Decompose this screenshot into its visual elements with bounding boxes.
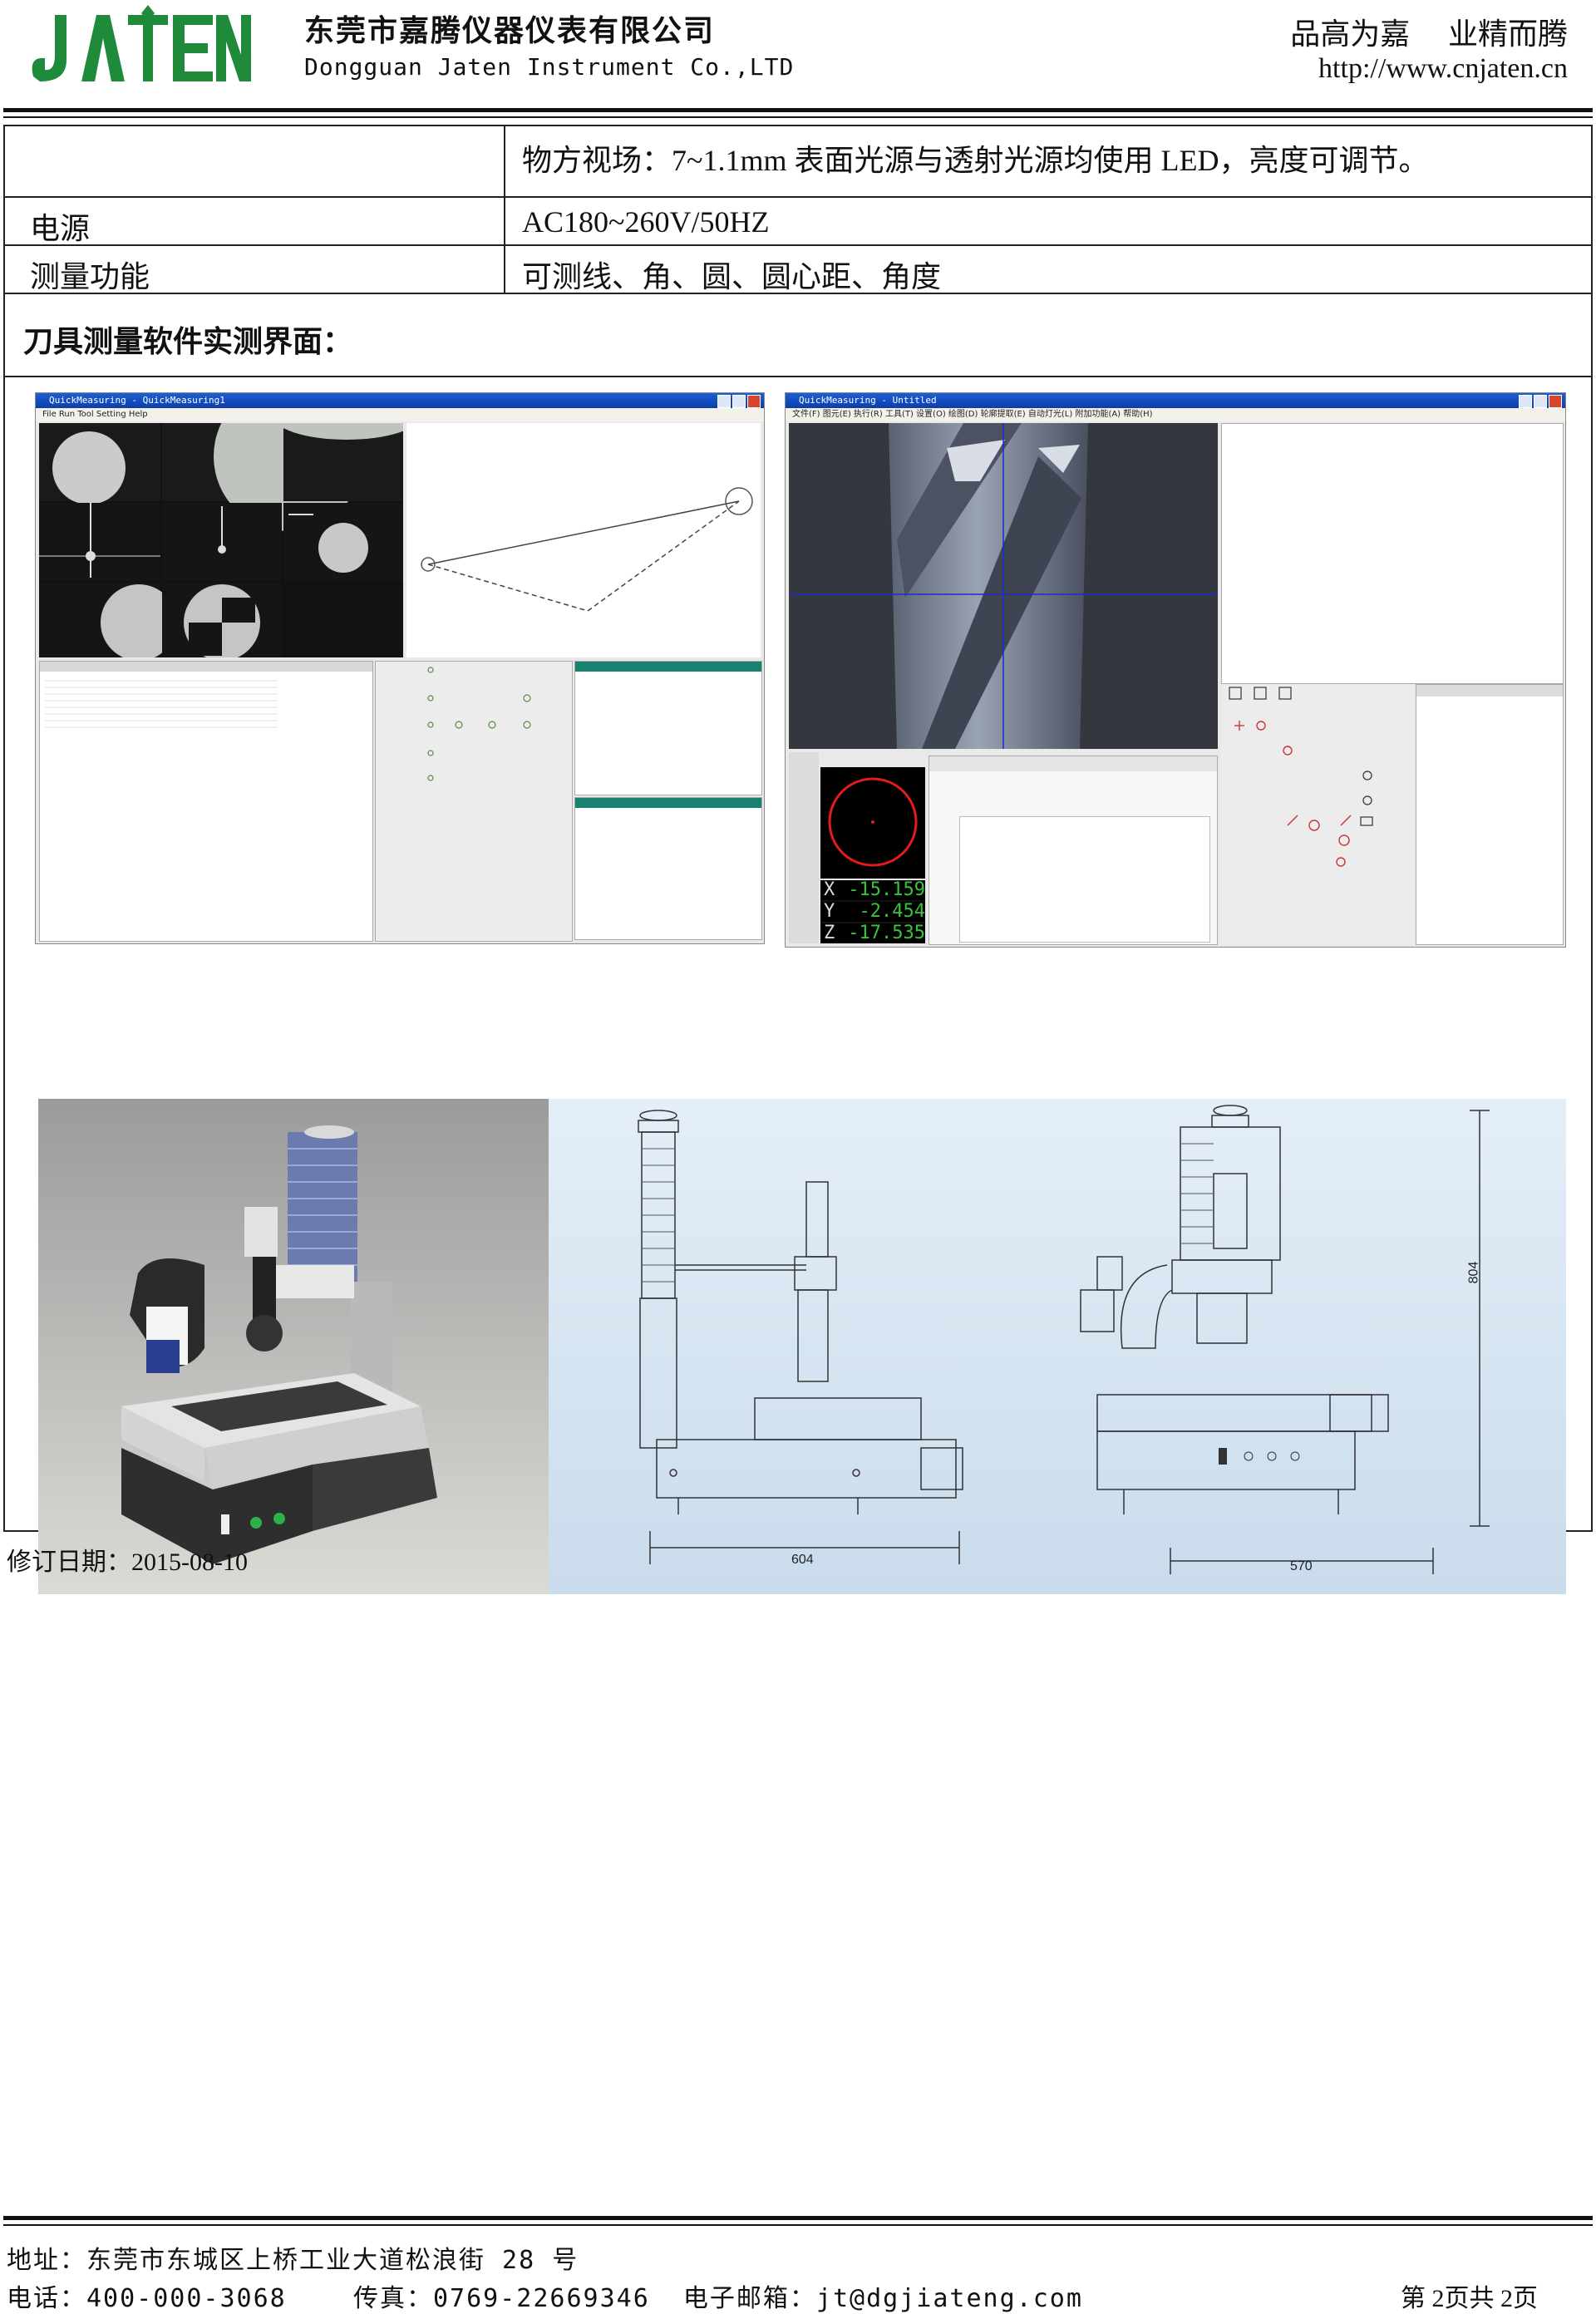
minimize-icon <box>1519 395 1532 408</box>
maximize-icon <box>1534 395 1547 408</box>
window-title: QuickMeasuring - QuickMeasuring1 <box>36 393 764 408</box>
section-title: 刀具测量软件实测界面： <box>23 324 353 359</box>
maximize-icon <box>732 395 746 408</box>
y-readout: Y -2.454 <box>820 902 925 922</box>
x-readout: X -15.159 <box>820 880 925 900</box>
front-height-dimension: 804 <box>1466 1261 1481 1284</box>
spec-value: AC180~260V/50HZ <box>522 205 770 239</box>
spec-label: 电源 <box>30 212 91 246</box>
dro-readouts: X -15.159 Y -2.454 Z -17.535 <box>820 880 925 943</box>
tool-palette-right[interactable] <box>1221 684 1414 943</box>
footer-contact: 电话：400-000-3068 传真：0769-22669346 电子邮箱：jt… <box>7 2284 1083 2313</box>
tool-palette[interactable] <box>375 661 573 942</box>
lens-preview <box>820 767 925 879</box>
slogan: 品高为嘉 业精而腾 <box>1290 17 1568 52</box>
company-logo <box>30 5 251 86</box>
window-title: QuickMeasuring - Untitled <box>786 393 1565 408</box>
side-width-dimension: 604 <box>791 1553 814 1567</box>
footer-divider-thin <box>3 2224 1593 2226</box>
menu-bar: File Run Tool Setting Help <box>36 408 764 421</box>
machine-3d-render <box>38 1099 549 1594</box>
spec-row-fov: 物方视场：7~1.1mm 表面光源与透射光源均使用 LED，亮度可调节。 <box>5 126 1591 198</box>
lens-buttons[interactable] <box>789 752 819 943</box>
measurement-canvas[interactable] <box>406 423 761 657</box>
page-number: 第 2页共 2页 <box>1401 2285 1538 2312</box>
header-divider-thin <box>3 116 1593 118</box>
spec-row-power: 电源 AC180~260V/50HZ <box>5 198 1591 246</box>
graphic-view[interactable] <box>1221 423 1564 684</box>
company-name-en: Dongguan Jaten Instrument Co.,LTD <box>304 53 795 81</box>
spec-table: 物方视场：7~1.1mm 表面光源与透射光源均使用 LED，亮度可调节。 电源 … <box>3 125 1593 1594</box>
info-panel <box>574 661 762 795</box>
revision-date: 修订日期：2015-08-10 <box>7 1548 248 1576</box>
info-panel-2 <box>574 797 762 940</box>
footer-address: 地址：东莞市东城区上桥工业大道松浪街 28 号 <box>7 2246 579 2275</box>
software-screenshot-left: QuickMeasuring - QuickMeasuring1 File Ru… <box>35 392 765 944</box>
results-table <box>39 661 373 942</box>
software-screenshot-right: QuickMeasuring - Untitled 文件(F) 图元(E) 执行… <box>785 392 1566 948</box>
param-panel <box>929 756 1218 945</box>
spec-label: 测量功能 <box>30 260 150 294</box>
z-readout: Z -17.535 <box>820 923 925 943</box>
front-width-dimension: 570 <box>1290 1559 1313 1573</box>
header-divider <box>3 108 1593 112</box>
section-title-row: 刀具测量软件实测界面： <box>5 294 1591 377</box>
close-icon <box>747 395 761 408</box>
close-icon <box>1549 395 1562 408</box>
website-url[interactable]: http://www.cnjaten.cn <box>1318 53 1568 85</box>
side-view-drawing: 604 <box>549 1099 1064 1594</box>
spec-row-function: 测量功能 可测线、角、圆、圆心距、角度 <box>5 246 1591 294</box>
camera-image-grid <box>39 393 421 661</box>
company-name-cn: 东莞市嘉腾仪器仪表有限公司 <box>304 14 716 48</box>
spec-value: 可测线、角、圆、圆心距、角度 <box>522 260 942 293</box>
minimize-icon <box>717 395 731 408</box>
footer-divider <box>3 2216 1593 2220</box>
element-list <box>1416 684 1564 945</box>
front-view-drawing: 570 804 <box>1064 1099 1566 1594</box>
tool-camera-view[interactable] <box>789 423 1218 749</box>
spec-value: 物方视场：7~1.1mm 表面光源与透射光源均使用 LED，亮度可调节。 <box>522 144 1429 177</box>
menu-bar: 文件(F) 图元(E) 执行(R) 工具(T) 设置(O) 绘图(D) 轮廓提取… <box>786 408 1565 421</box>
